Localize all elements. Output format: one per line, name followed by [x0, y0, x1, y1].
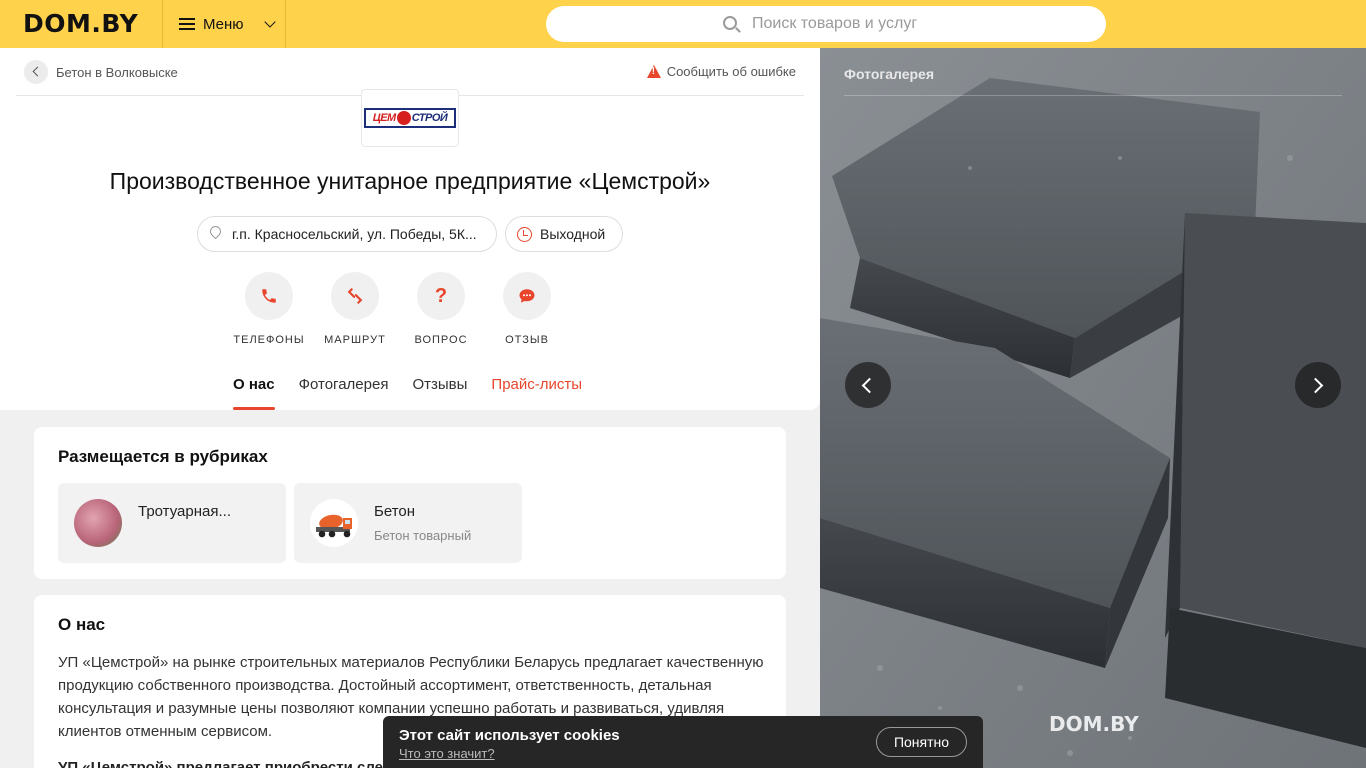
- company-tabs: О нас Фотогалерея Отзывы Прайс-листы: [233, 376, 582, 410]
- cookie-accept-button[interactable]: Понятно: [876, 727, 967, 757]
- gallery-title: Фотогалерея: [844, 66, 934, 82]
- clock-icon: [517, 227, 532, 242]
- search-input[interactable]: Поиск товаров и услуг: [546, 6, 1106, 42]
- photo-gallery: Фотогалерея DOM.BY: [820, 48, 1366, 768]
- report-error-link[interactable]: Сообщить об ошибке: [646, 64, 796, 79]
- concrete-truck-image: [310, 499, 358, 547]
- route-action[interactable]: МАРШРУТ: [315, 272, 395, 346]
- about-heading: О нас: [58, 615, 106, 634]
- breadcrumb[interactable]: Бетон в Волковыске: [56, 65, 178, 80]
- route-icon: [331, 272, 379, 320]
- rubric-title: Тротуарная...: [138, 503, 231, 520]
- question-action[interactable]: ? ВОПРОС: [401, 272, 481, 346]
- header-divider: [285, 0, 286, 48]
- cookie-title: Этот сайт использует cookies: [399, 727, 620, 744]
- hours-text: Выходной: [540, 226, 606, 242]
- gallery-divider: [844, 95, 1342, 96]
- company-logo: ЦЕМ СТРОЙ: [361, 89, 459, 147]
- tab-gallery[interactable]: Фотогалерея: [299, 376, 389, 410]
- hamburger-icon: [179, 18, 195, 30]
- phone-icon: [245, 272, 293, 320]
- gallery-prev-button[interactable]: [845, 362, 891, 408]
- phones-label: ТЕЛЕФОНЫ: [233, 334, 305, 346]
- back-button[interactable]: [24, 60, 48, 84]
- rubric-item[interactable]: Тротуарная...: [58, 483, 286, 563]
- hours-chip[interactable]: Выходной: [505, 216, 623, 252]
- rubric-title: Бетон: [374, 503, 416, 520]
- address-text: г.п. Красносельский, ул. Победы, 5К...: [232, 226, 477, 242]
- cookie-banner: Этот сайт использует cookies Что это зна…: [383, 716, 983, 768]
- tab-reviews[interactable]: Отзывы: [412, 376, 467, 410]
- rubric-item[interactable]: Бетон Бетон товарный: [294, 483, 522, 563]
- menu-button[interactable]: Меню: [163, 0, 285, 48]
- phones-action[interactable]: ТЕЛЕФОНЫ: [229, 272, 309, 346]
- logo-text-left: ЦЕМ: [372, 112, 397, 124]
- rubric-subtitle: Бетон товарный: [374, 528, 472, 543]
- report-label: Сообщить об ошибке: [666, 64, 796, 79]
- search-icon: [723, 16, 737, 30]
- map-pin-icon: [207, 223, 224, 240]
- review-label: ОТЗЫВ: [505, 334, 549, 346]
- rubrics-card: Размещается в рубриках Тротуарная... Бет…: [34, 427, 786, 579]
- warning-icon: [646, 65, 661, 78]
- menu-label: Меню: [203, 15, 244, 33]
- chevron-down-icon: [263, 16, 276, 28]
- logo-house-icon: [396, 111, 411, 125]
- cookie-info-link[interactable]: Что это значит?: [399, 746, 495, 761]
- rubrics-heading: Размещается в рубриках: [58, 447, 268, 466]
- review-icon: [503, 272, 551, 320]
- review-action[interactable]: ОТЗЫВ: [487, 272, 567, 346]
- gallery-photo: [820, 48, 1366, 768]
- address-chip[interactable]: г.п. Красносельский, ул. Победы, 5К...: [197, 216, 497, 252]
- tab-about[interactable]: О нас: [233, 376, 275, 410]
- logo-text-right: СТРОЙ: [411, 112, 448, 124]
- tab-price-lists[interactable]: Прайс-листы: [491, 376, 582, 410]
- gallery-next-button[interactable]: [1295, 362, 1341, 408]
- site-logo[interactable]: DOM.BY: [23, 9, 138, 38]
- company-header-card: Бетон в Волковыске Сообщить об ошибке ЦЕ…: [0, 48, 820, 410]
- paving-image: [74, 499, 122, 547]
- about-text-cont: УП «Цемстрой» предлагает приобрести след…: [58, 759, 402, 768]
- company-title: Производственное унитарное предприятие «…: [109, 168, 711, 194]
- gallery-watermark: DOM.BY: [1049, 712, 1139, 736]
- question-icon: ?: [417, 272, 465, 320]
- search-placeholder: Поиск товаров и услуг: [752, 15, 918, 32]
- route-label: МАРШРУТ: [324, 334, 386, 346]
- question-label: ВОПРОС: [414, 334, 468, 346]
- site-header: DOM.BY Меню Поиск товаров и услуг: [0, 0, 1366, 48]
